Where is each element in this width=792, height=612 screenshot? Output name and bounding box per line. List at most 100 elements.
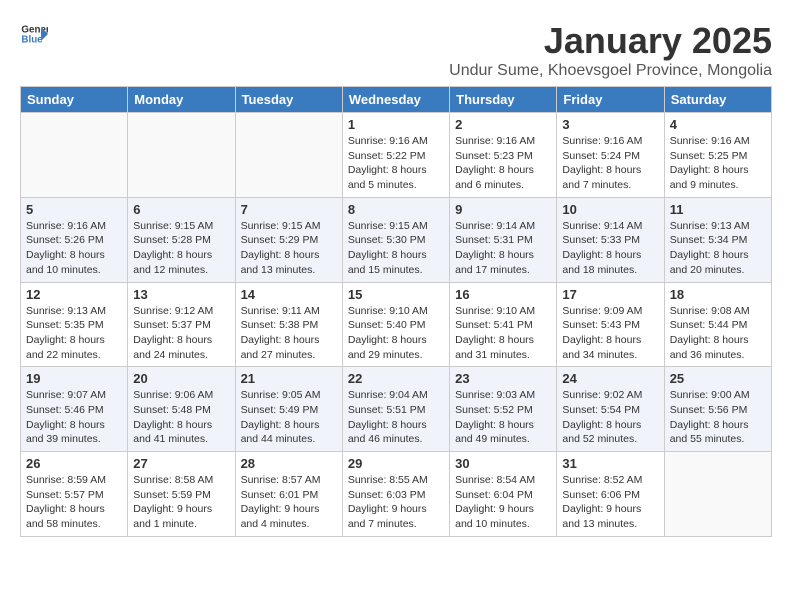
day-number: 25	[670, 371, 766, 386]
calendar-day-cell: 21 Sunrise: 9:05 AMSunset: 5:49 PMDayligh…	[235, 367, 342, 452]
day-info: Sunrise: 9:16 AMSunset: 5:23 PMDaylight:…	[455, 134, 551, 193]
day-info: Sunrise: 9:13 AMSunset: 5:34 PMDaylight:…	[670, 219, 766, 278]
calendar-day-cell: 18 Sunrise: 9:08 AMSunset: 5:44 PMDayligh…	[664, 282, 771, 367]
day-number: 4	[670, 117, 766, 132]
calendar-week-row: 19 Sunrise: 9:07 AMSunset: 5:46 PMDayligh…	[21, 367, 772, 452]
calendar-day-cell	[128, 113, 235, 198]
day-info: Sunrise: 9:10 AMSunset: 5:41 PMDaylight:…	[455, 304, 551, 363]
day-number: 7	[241, 202, 337, 217]
day-number: 22	[348, 371, 444, 386]
day-number: 21	[241, 371, 337, 386]
day-number: 16	[455, 287, 551, 302]
day-info: Sunrise: 9:16 AMSunset: 5:22 PMDaylight:…	[348, 134, 444, 193]
weekday-header: Friday	[557, 87, 664, 113]
calendar-day-cell: 10Sunrise: 9:14 AMSunset: 5:33 PMDayligh…	[557, 197, 664, 282]
svg-text:Blue: Blue	[21, 34, 43, 45]
calendar-day-cell	[235, 113, 342, 198]
day-number: 3	[562, 117, 658, 132]
calendar-day-cell: 9 Sunrise: 9:14 AMSunset: 5:31 PMDaylight…	[450, 197, 557, 282]
logo-icon: General Blue	[20, 20, 48, 48]
day-info: Sunrise: 9:15 AMSunset: 5:29 PMDaylight:…	[241, 219, 337, 278]
day-info: Sunrise: 9:05 AMSunset: 5:49 PMDaylight:…	[241, 388, 337, 447]
day-number: 12	[26, 287, 122, 302]
day-info: Sunrise: 9:14 AMSunset: 5:33 PMDaylight:…	[562, 219, 658, 278]
day-info: Sunrise: 8:59 AMSunset: 5:57 PMDaylight:…	[26, 473, 122, 532]
day-info: Sunrise: 9:07 AMSunset: 5:46 PMDaylight:…	[26, 388, 122, 447]
day-number: 5	[26, 202, 122, 217]
calendar-day-cell: 23 Sunrise: 9:03 AMSunset: 5:52 PMDayligh…	[450, 367, 557, 452]
title-section: January 2025 Undur Sume, Khoevsgoel Prov…	[449, 20, 772, 80]
day-info: Sunrise: 9:12 AMSunset: 5:37 PMDaylight:…	[133, 304, 229, 363]
day-info: Sunrise: 9:08 AMSunset: 5:44 PMDaylight:…	[670, 304, 766, 363]
calendar-week-row: 5Sunrise: 9:16 AMSunset: 5:26 PMDaylight…	[21, 197, 772, 282]
calendar-day-cell: 17Sunrise: 9:09 AMSunset: 5:43 PMDayligh…	[557, 282, 664, 367]
calendar-day-cell: 31Sunrise: 8:52 AMSunset: 6:06 PMDayligh…	[557, 452, 664, 537]
day-number: 9	[455, 202, 551, 217]
weekday-header: Monday	[128, 87, 235, 113]
day-number: 23	[455, 371, 551, 386]
calendar-day-cell: 20Sunrise: 9:06 AMSunset: 5:48 PMDayligh…	[128, 367, 235, 452]
weekday-header: Sunday	[21, 87, 128, 113]
day-number: 18	[670, 287, 766, 302]
day-info: Sunrise: 9:16 AMSunset: 5:25 PMDaylight:…	[670, 134, 766, 193]
location-title: Undur Sume, Khoevsgoel Province, Mongoli…	[449, 62, 772, 80]
day-info: Sunrise: 9:10 AMSunset: 5:40 PMDaylight:…	[348, 304, 444, 363]
month-title: January 2025	[449, 20, 772, 62]
weekday-header: Thursday	[450, 87, 557, 113]
day-number: 2	[455, 117, 551, 132]
header: General Blue January 2025 Undur Sume, Kh…	[20, 20, 772, 80]
day-number: 24	[562, 371, 658, 386]
calendar-day-cell: 7 Sunrise: 9:15 AMSunset: 5:29 PMDaylight…	[235, 197, 342, 282]
day-info: Sunrise: 8:58 AMSunset: 5:59 PMDaylight:…	[133, 473, 229, 532]
day-number: 14	[241, 287, 337, 302]
day-number: 11	[670, 202, 766, 217]
calendar-week-row: 1 Sunrise: 9:16 AMSunset: 5:22 PMDaylight…	[21, 113, 772, 198]
calendar-day-cell: 12 Sunrise: 9:13 AMSunset: 5:35 PMDayligh…	[21, 282, 128, 367]
calendar-day-cell: 13 Sunrise: 9:12 AMSunset: 5:37 PMDayligh…	[128, 282, 235, 367]
calendar-day-cell: 11 Sunrise: 9:13 AMSunset: 5:34 PMDayligh…	[664, 197, 771, 282]
day-number: 8	[348, 202, 444, 217]
calendar-day-cell: 26 Sunrise: 8:59 AMSunset: 5:57 PMDayligh…	[21, 452, 128, 537]
calendar-day-cell	[664, 452, 771, 537]
logo: General Blue	[20, 20, 48, 48]
calendar-day-cell: 2 Sunrise: 9:16 AMSunset: 5:23 PMDaylight…	[450, 113, 557, 198]
day-info: Sunrise: 9:14 AMSunset: 5:31 PMDaylight:…	[455, 219, 551, 278]
day-info: Sunrise: 9:13 AMSunset: 5:35 PMDaylight:…	[26, 304, 122, 363]
calendar-day-cell: 19 Sunrise: 9:07 AMSunset: 5:46 PMDayligh…	[21, 367, 128, 452]
day-number: 13	[133, 287, 229, 302]
calendar-day-cell: 30 Sunrise: 8:54 AMSunset: 6:04 PMDayligh…	[450, 452, 557, 537]
day-info: Sunrise: 8:52 AMSunset: 6:06 PMDaylight:…	[562, 473, 658, 532]
weekday-header: Saturday	[664, 87, 771, 113]
day-info: Sunrise: 9:03 AMSunset: 5:52 PMDaylight:…	[455, 388, 551, 447]
day-info: Sunrise: 9:15 AMSunset: 5:30 PMDaylight:…	[348, 219, 444, 278]
day-number: 29	[348, 456, 444, 471]
calendar-day-cell: 8 Sunrise: 9:15 AMSunset: 5:30 PMDaylight…	[342, 197, 449, 282]
calendar-week-row: 12 Sunrise: 9:13 AMSunset: 5:35 PMDayligh…	[21, 282, 772, 367]
day-number: 30	[455, 456, 551, 471]
day-number: 1	[348, 117, 444, 132]
calendar-week-row: 26 Sunrise: 8:59 AMSunset: 5:57 PMDayligh…	[21, 452, 772, 537]
calendar-day-cell: 25 Sunrise: 9:00 AMSunset: 5:56 PMDayligh…	[664, 367, 771, 452]
weekday-header: Tuesday	[235, 87, 342, 113]
calendar-day-cell: 3 Sunrise: 9:16 AMSunset: 5:24 PMDaylight…	[557, 113, 664, 198]
calendar-day-cell: 27Sunrise: 8:58 AMSunset: 5:59 PMDayligh…	[128, 452, 235, 537]
calendar: SundayMondayTuesdayWednesdayThursdayFrid…	[20, 86, 772, 537]
day-number: 26	[26, 456, 122, 471]
calendar-day-cell: 28Sunrise: 8:57 AMSunset: 6:01 PMDayligh…	[235, 452, 342, 537]
day-number: 6	[133, 202, 229, 217]
day-info: Sunrise: 9:11 AMSunset: 5:38 PMDaylight:…	[241, 304, 337, 363]
calendar-day-cell: 24Sunrise: 9:02 AMSunset: 5:54 PMDayligh…	[557, 367, 664, 452]
calendar-day-cell: 4 Sunrise: 9:16 AMSunset: 5:25 PMDaylight…	[664, 113, 771, 198]
calendar-day-cell: 14 Sunrise: 9:11 AMSunset: 5:38 PMDayligh…	[235, 282, 342, 367]
calendar-day-cell: 22Sunrise: 9:04 AMSunset: 5:51 PMDayligh…	[342, 367, 449, 452]
calendar-day-cell: 16 Sunrise: 9:10 AMSunset: 5:41 PMDayligh…	[450, 282, 557, 367]
day-info: Sunrise: 9:00 AMSunset: 5:56 PMDaylight:…	[670, 388, 766, 447]
day-number: 15	[348, 287, 444, 302]
calendar-day-cell: 29Sunrise: 8:55 AMSunset: 6:03 PMDayligh…	[342, 452, 449, 537]
day-number: 19	[26, 371, 122, 386]
day-info: Sunrise: 9:09 AMSunset: 5:43 PMDaylight:…	[562, 304, 658, 363]
calendar-day-cell	[21, 113, 128, 198]
calendar-day-cell: 1 Sunrise: 9:16 AMSunset: 5:22 PMDaylight…	[342, 113, 449, 198]
day-info: Sunrise: 8:54 AMSunset: 6:04 PMDaylight:…	[455, 473, 551, 532]
day-info: Sunrise: 9:16 AMSunset: 5:24 PMDaylight:…	[562, 134, 658, 193]
